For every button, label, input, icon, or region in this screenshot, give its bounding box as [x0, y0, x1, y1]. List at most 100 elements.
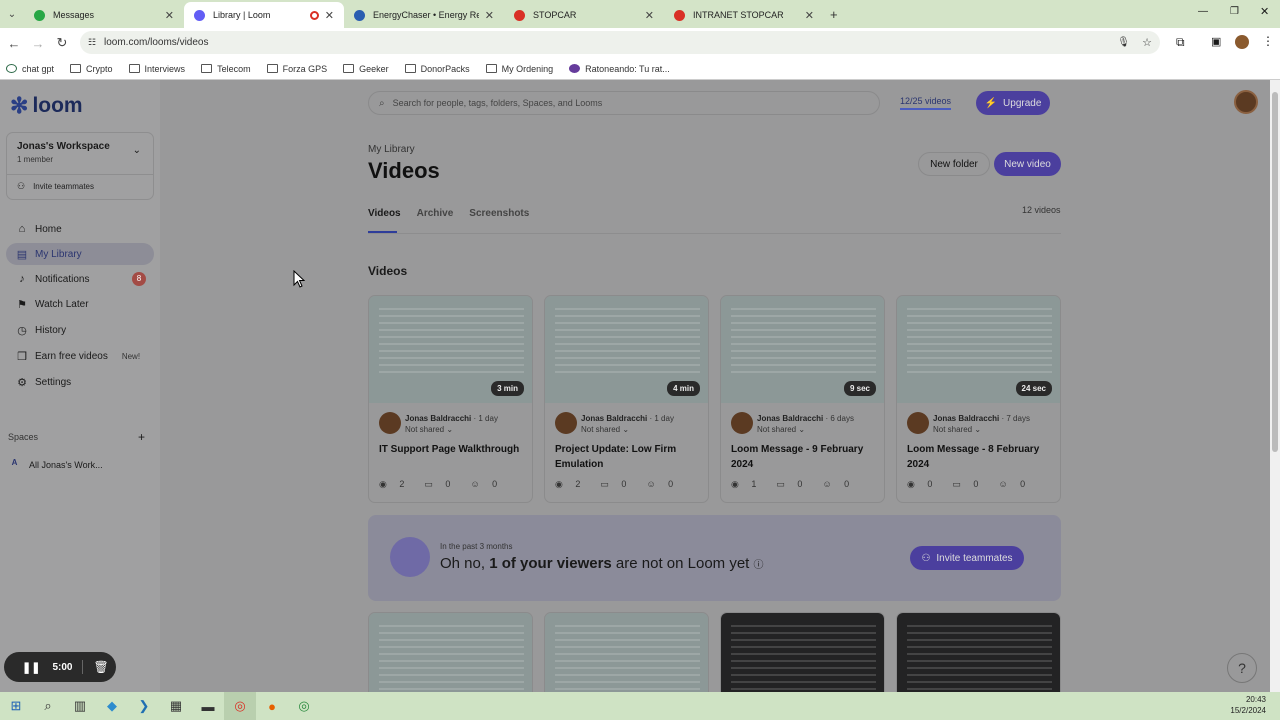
video-card[interactable]: [720, 612, 885, 692]
trash-icon[interactable]: 🗑: [93, 660, 108, 674]
new-tab-icon[interactable]: +: [830, 2, 838, 28]
sidebar-item-earn-free-videos[interactable]: ❒ Earn free videos New!: [6, 345, 154, 367]
video-thumbnail[interactable]: [545, 613, 708, 692]
task-view-icon[interactable]: ▥: [64, 692, 96, 720]
bookmark-star-icon[interactable]: ☆: [1142, 36, 1152, 49]
video-title[interactable]: Loom Message - 9 February 2024: [731, 442, 879, 472]
terminal-icon[interactable]: ▬: [192, 692, 224, 720]
browser-tab-loom[interactable]: Library | Loom ✕: [184, 2, 344, 28]
video-card[interactable]: [896, 612, 1061, 692]
video-thumbnail[interactable]: [721, 613, 884, 692]
video-title[interactable]: Loom Message - 8 February 2024: [907, 442, 1055, 472]
chrome-profile-icon[interactable]: ◎: [288, 692, 320, 720]
info-icon[interactable]: ⓘ: [754, 560, 764, 571]
video-card[interactable]: [368, 612, 533, 692]
views-count: 2: [399, 479, 405, 489]
upgrade-button[interactable]: ⚡ Upgrade: [976, 91, 1050, 115]
invite-teammates-button[interactable]: ⚇ Invite teammates: [910, 546, 1024, 570]
profile-avatar[interactable]: [1235, 35, 1249, 49]
sidebar-item-my-library[interactable]: ▤ My Library: [6, 243, 154, 265]
sharing-dropdown[interactable]: Not shared ⌄: [581, 425, 629, 434]
tab-videos[interactable]: Videos: [368, 208, 401, 219]
firefox-icon[interactable]: ●: [256, 692, 288, 720]
microphone-icon[interactable]: 🎙: [1117, 37, 1130, 48]
new-folder-button[interactable]: New folder: [918, 152, 990, 176]
video-card[interactable]: [544, 612, 709, 692]
sidebar-item-settings[interactable]: ⚙ Settings: [6, 371, 154, 393]
workspace-switcher[interactable]: Jonas's Workspace 1 member ⌄ ⚇ Invite te…: [6, 132, 154, 200]
close-tab-icon[interactable]: ✕: [805, 9, 814, 22]
minimize-window-icon[interactable]: —: [1198, 6, 1208, 17]
restore-window-icon[interactable]: ❐: [1230, 6, 1239, 17]
video-thumbnail[interactable]: [369, 613, 532, 692]
viewers-promo-banner: In the past 3 months Oh no, 1 of your vi…: [368, 515, 1061, 601]
address-bar[interactable]: ☷ loom.com/looms/videos 🎙 ☆: [80, 31, 1160, 54]
scrollbar-thumb[interactable]: [1272, 92, 1278, 452]
sharing-dropdown[interactable]: Not shared ⌄: [757, 425, 805, 434]
invite-teammates-link[interactable]: ⚇ Invite teammates: [17, 181, 94, 192]
browser-tab-stopcar[interactable]: STOPCAR ✕: [504, 2, 664, 28]
video-thumbnail[interactable]: [897, 613, 1060, 692]
chevron-down-icon[interactable]: ⌄: [133, 145, 141, 156]
video-card[interactable]: 24 sec Jonas Baldracchi · 7 days Not sha…: [896, 295, 1061, 503]
tab-archive[interactable]: Archive: [417, 208, 454, 219]
new-video-button[interactable]: New video: [994, 152, 1061, 176]
close-window-icon[interactable]: ✕: [1260, 5, 1269, 18]
sidebar-item-watch-later[interactable]: ⚑ Watch Later: [6, 293, 154, 315]
bookmark-ratoneando[interactable]: Ratoneando: Tu rat...: [569, 64, 670, 74]
help-button[interactable]: ?: [1227, 653, 1257, 683]
video-title[interactable]: IT Support Page Walkthrough: [379, 442, 527, 457]
close-tab-icon[interactable]: ✕: [485, 9, 494, 22]
bookmark-chatgpt[interactable]: chat gpt: [6, 64, 54, 74]
sidebar-item-notifications[interactable]: ♪ Notifications 8: [6, 268, 154, 290]
sidebar-item-history[interactable]: ◷ History: [6, 319, 154, 341]
bookmark-folder-telecom[interactable]: Telecom: [201, 64, 251, 74]
page-scrollbar[interactable]: [1270, 80, 1280, 692]
bookmark-folder-interviews[interactable]: Interviews: [128, 64, 185, 74]
sharing-dropdown[interactable]: Not shared ⌄: [933, 425, 981, 434]
pause-icon[interactable]: ❚❚: [22, 661, 40, 674]
browser-tab-energychaser[interactable]: EnergyChaser • Energy Reporti... ✕: [344, 2, 504, 28]
search-input[interactable]: ⌕ Search for people, tags, folders, Spac…: [368, 91, 880, 115]
browser-menu-icon[interactable]: ⋮: [1262, 34, 1274, 48]
site-info-icon[interactable]: ☷: [88, 37, 96, 48]
close-tab-icon[interactable]: ✕: [325, 9, 334, 22]
loom-logo[interactable]: ✻ loom: [10, 93, 83, 119]
system-clock[interactable]: 20:43 15/2/2024: [1230, 694, 1266, 716]
tab-screenshots[interactable]: Screenshots: [469, 208, 529, 219]
browser-tab-intranet[interactable]: INTRANET STOPCAR ✕: [664, 2, 824, 28]
bookmark-folder-forza[interactable]: Forza GPS: [266, 64, 327, 74]
video-title[interactable]: Project Update: Low Firm Emulation: [555, 442, 703, 472]
bookmark-folder-donorpacks[interactable]: DonorPacks: [404, 64, 470, 74]
windows-start-icon[interactable]: ⊞: [0, 692, 32, 720]
vscode-icon[interactable]: ❯: [128, 692, 160, 720]
video-card[interactable]: 9 sec Jonas Baldracchi · 6 days Not shar…: [720, 295, 885, 503]
author-name: Jonas Baldracchi: [581, 414, 648, 423]
close-tab-icon[interactable]: ✕: [165, 9, 174, 22]
app-icon[interactable]: ◆: [96, 692, 128, 720]
comment-icon: ▭: [776, 479, 785, 489]
sidebar-item-home[interactable]: ⌂ Home: [6, 218, 154, 240]
calculator-icon[interactable]: ▦: [160, 692, 192, 720]
video-card[interactable]: 4 min Jonas Baldracchi · 1 day Not share…: [544, 295, 709, 503]
reload-icon[interactable]: ↻: [50, 35, 74, 51]
sidepanel-icon[interactable]: ▣: [1211, 35, 1221, 48]
bookmark-folder-geeker[interactable]: Geeker: [343, 64, 389, 74]
search-icon[interactable]: ⌕: [32, 692, 64, 720]
browser-tab-messages[interactable]: Messages ✕: [24, 2, 184, 28]
chrome-icon[interactable]: ◎: [224, 692, 256, 720]
bookmark-folder-crypto[interactable]: Crypto: [70, 64, 113, 74]
video-quota[interactable]: 12/25 videos: [900, 96, 952, 110]
close-tab-icon[interactable]: ✕: [645, 9, 654, 22]
sharing-dropdown[interactable]: Not shared ⌄: [405, 425, 453, 434]
user-avatar[interactable]: [1234, 90, 1258, 114]
breadcrumb[interactable]: My Library: [368, 144, 415, 155]
back-arrow-icon[interactable]: ←: [2, 36, 26, 51]
extensions-icon[interactable]: ⧉: [1176, 35, 1185, 50]
sidebar-item-space[interactable]: A All Jonas's Work...: [8, 458, 103, 471]
add-space-icon[interactable]: +: [138, 430, 145, 444]
tab-search-chevron-icon[interactable]: ⌄: [0, 2, 24, 28]
video-card[interactable]: 3 min Jonas Baldracchi · 1 day Not share…: [368, 295, 533, 503]
bookmark-folder-ordening[interactable]: My Ordening: [485, 64, 553, 74]
forward-arrow-icon[interactable]: →: [26, 36, 50, 51]
